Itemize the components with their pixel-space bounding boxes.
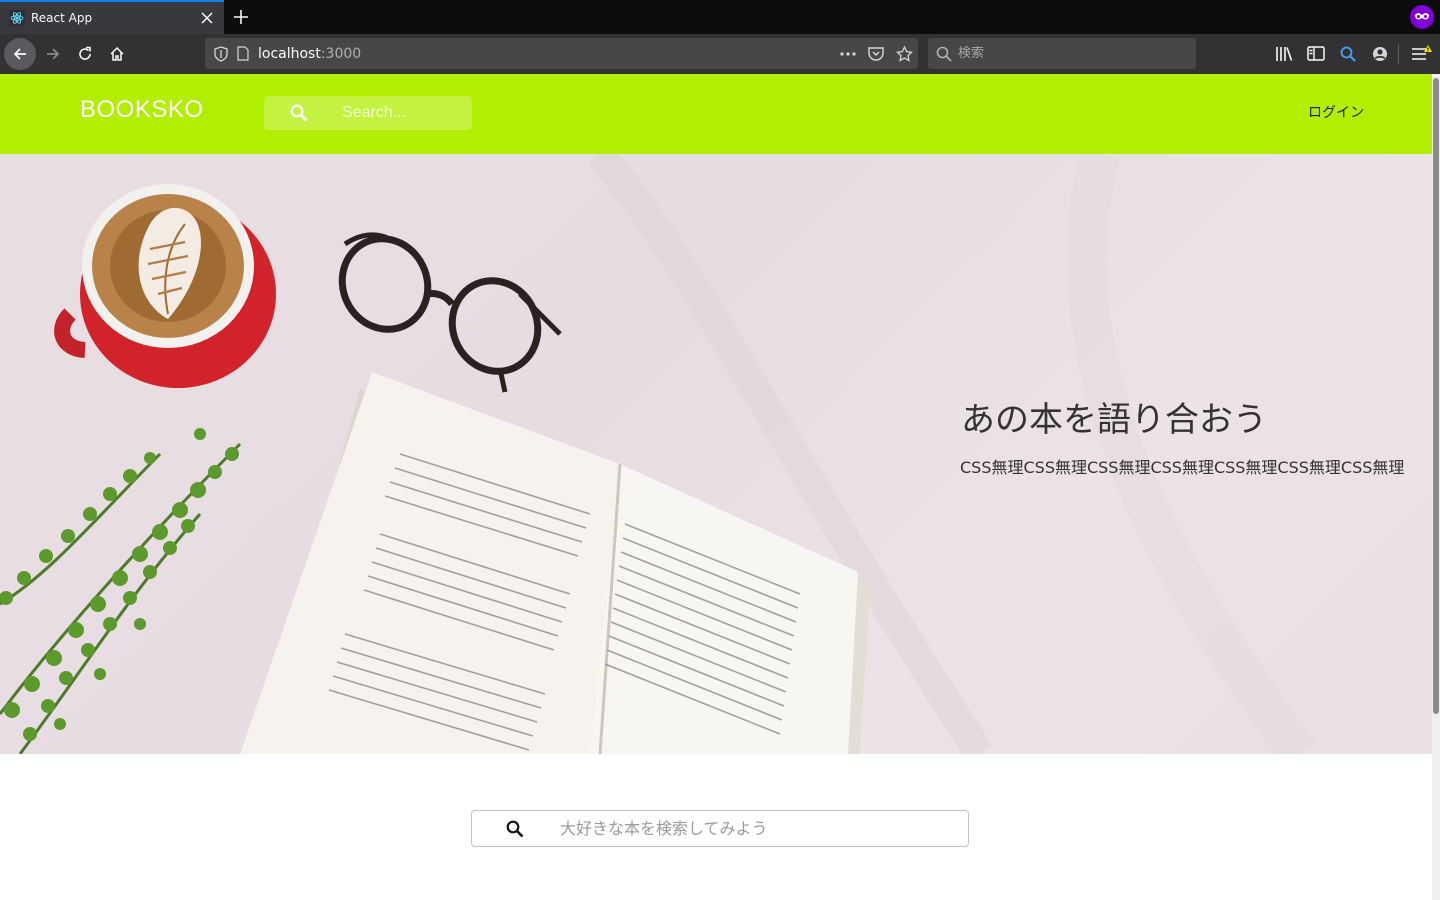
url-text: localhost:3000: [258, 46, 834, 62]
close-icon[interactable]: [197, 8, 217, 28]
more-icon[interactable]: [834, 40, 862, 68]
brand-logo[interactable]: BOOKSKO: [80, 96, 204, 124]
url-port: :3000: [320, 45, 362, 62]
forward-arrow-icon[interactable]: [37, 38, 69, 70]
app-header: BOOKSKO ログイン: [0, 74, 1440, 154]
account-icon[interactable]: [1365, 38, 1395, 69]
pocket-icon[interactable]: [862, 40, 890, 68]
url-bar[interactable]: localhost:3000: [205, 38, 918, 69]
login-button[interactable]: ログイン: [1308, 102, 1364, 122]
back-arrow-icon[interactable]: [4, 38, 36, 70]
search-icon: [506, 820, 526, 838]
browser-navbar: localhost:3000: [0, 34, 1440, 74]
header-search[interactable]: [264, 96, 472, 130]
search-icon[interactable]: [1333, 38, 1363, 69]
home-icon[interactable]: [101, 38, 133, 70]
library-icon[interactable]: [1269, 38, 1299, 69]
search-icon: [936, 46, 954, 62]
book-search[interactable]: [471, 810, 969, 847]
browser-tab[interactable]: React App: [0, 0, 224, 34]
search-icon: [290, 104, 308, 122]
coffee-cup-image: [54, 184, 276, 388]
plus-icon[interactable]: [229, 5, 253, 29]
book-search-input[interactable]: [560, 819, 940, 838]
menu-icon[interactable]: [1406, 38, 1436, 69]
glasses-image: [338, 232, 562, 393]
plant-image: [0, 428, 242, 754]
hero-title: あの本を語り合おう: [961, 400, 1267, 440]
page-icon[interactable]: [234, 46, 252, 61]
reload-icon[interactable]: [69, 38, 101, 70]
private-browsing-icon: [1410, 5, 1434, 29]
bookmark-star-icon[interactable]: [890, 40, 918, 68]
shield-icon[interactable]: [212, 45, 230, 62]
browser-search-input[interactable]: [958, 46, 1178, 61]
hero-section: あの本を語り合おう CSS無理CSS無理CSS無理CSS無理CSS無理CSS無理…: [0, 154, 1432, 754]
browser-search-bar[interactable]: [928, 38, 1196, 69]
url-host: localhost: [258, 45, 321, 62]
browser-tabbar: React App: [0, 0, 1440, 34]
hero-subtitle: CSS無理CSS無理CSS無理CSS無理CSS無理CSS無理CSS無理: [960, 458, 1405, 477]
toolbar-separator: [1398, 44, 1399, 64]
tab-title: React App: [31, 11, 93, 25]
sidebar-icon[interactable]: [1301, 38, 1331, 69]
react-favicon-icon: [9, 10, 25, 26]
scrollbar-thumb[interactable]: [1433, 78, 1439, 714]
header-search-input[interactable]: [342, 104, 472, 122]
